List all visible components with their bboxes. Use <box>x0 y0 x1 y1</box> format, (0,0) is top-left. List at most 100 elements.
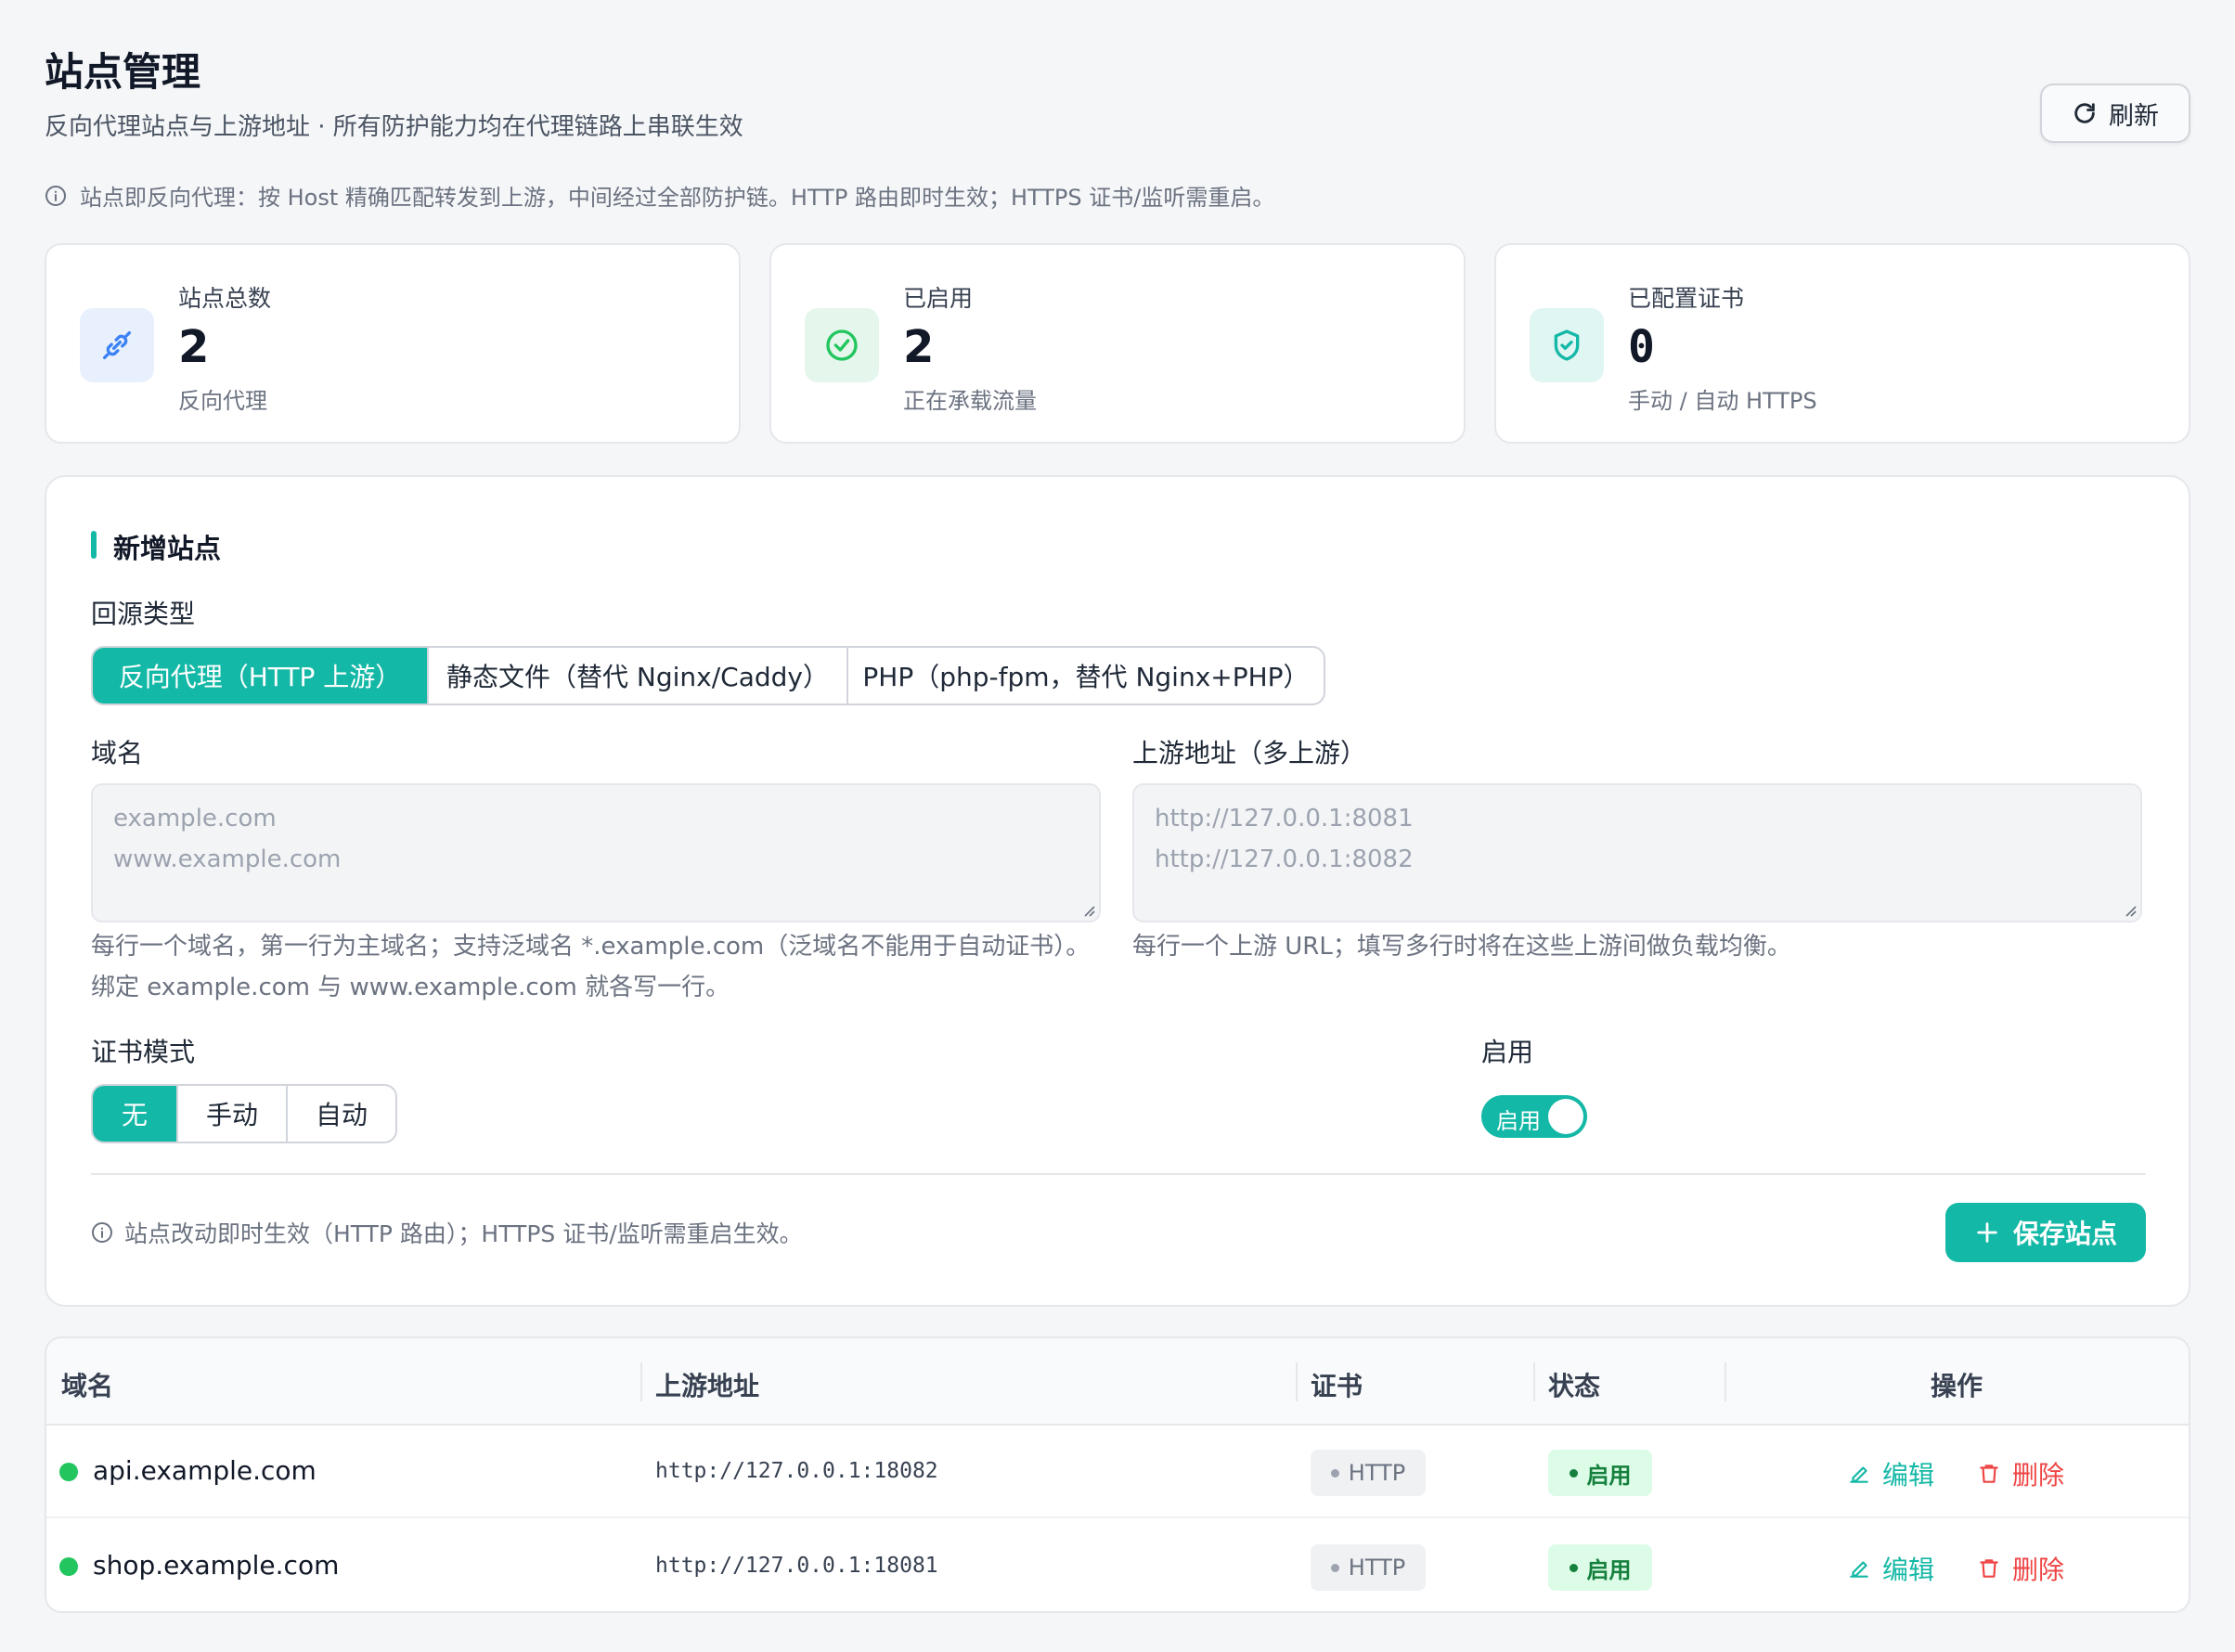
cert-badge: HTTP <box>1311 1544 1426 1591</box>
link-icon <box>103 331 131 359</box>
resize-grip-icon[interactable] <box>2124 904 2137 917</box>
badge-dot <box>1569 1468 1578 1478</box>
row-domain: api.example.com <box>93 1455 317 1486</box>
edit-button[interactable]: 编辑 <box>1847 1455 1934 1492</box>
stat-card-total-sites: 站点总数 2 反向代理 <box>45 243 741 444</box>
form-note-text: 站点改动即时生效（HTTP 路由）；HTTPS 证书/监听需重启生效。 <box>124 1220 803 1247</box>
stat-sub: 反向代理 <box>178 388 267 414</box>
refresh-icon <box>2074 103 2095 123</box>
upstream-label: 上游地址（多上游） <box>1132 738 1367 768</box>
origin-type-label: 回源类型 <box>91 599 196 629</box>
cert-mode-label: 证书模式 <box>91 1037 196 1067</box>
column-divider <box>1296 1362 1298 1401</box>
row-domain: shop.example.com <box>93 1550 340 1581</box>
origin-type-reverse-proxy[interactable]: 反向代理（HTTP 上游） <box>93 648 429 703</box>
stat-value: 2 <box>903 321 935 373</box>
page-subtitle: 反向代理站点与上游地址 · 所有防护能力均在代理链路上串联生效 <box>45 113 743 141</box>
edit-button[interactable]: 编辑 <box>1847 1550 1934 1587</box>
origin-type-php[interactable]: PHP（php-fpm，替代 Nginx+PHP） <box>848 648 1324 703</box>
domain-help: 每行一个域名，第一行为主域名；支持泛域名 *.example.com（泛域名不能… <box>91 933 1091 1001</box>
status-badge: 启用 <box>1548 1544 1652 1591</box>
cert-mode-auto[interactable]: 自动 <box>288 1086 395 1142</box>
cert-mode-none[interactable]: 无 <box>93 1086 178 1142</box>
stat-sub: 正在承载流量 <box>903 388 1037 414</box>
column-header-status: 状态 <box>1548 1371 1601 1401</box>
check-circle-icon <box>826 329 858 361</box>
column-header-cert: 证书 <box>1311 1371 1363 1401</box>
table-row: api.example.com http://127.0.0.1:18082 H… <box>46 1426 2189 1518</box>
stat-label: 站点总数 <box>178 285 272 312</box>
cert-mode-segmented: 无 手动 自动 <box>91 1084 397 1143</box>
save-site-button[interactable]: 保存站点 <box>1945 1203 2146 1262</box>
refresh-label: 刷新 <box>2109 101 2159 131</box>
cert-badge-label: HTTP <box>1348 1460 1406 1486</box>
divider <box>91 1173 2146 1175</box>
info-text: 站点即反向代理：按 Host 精确匹配转发到上游，中间经过全部防护链。HTTP … <box>80 185 1275 211</box>
trash-icon <box>1980 1559 1998 1578</box>
stat-card-certificates: 已配置证书 0 手动 / 自动 HTTPS <box>1494 243 2190 444</box>
shield-check-icon <box>1554 329 1580 361</box>
status-badge-label: 启用 <box>1586 1556 1632 1583</box>
cert-badge: HTTP <box>1311 1450 1426 1496</box>
upstream-help: 每行一个上游 URL；填写多行时将在这些上游间做负载均衡。 <box>1132 933 1791 961</box>
upstream-placeholder-line: http://127.0.0.1:8081 <box>1155 805 1414 832</box>
column-header-actions: 操作 <box>1931 1371 1983 1401</box>
stat-card-enabled: 已启用 2 正在承载流量 <box>769 243 1466 444</box>
badge-dot <box>1330 1468 1339 1478</box>
status-badge: 启用 <box>1548 1450 1652 1496</box>
stat-value: 0 <box>1628 321 1655 373</box>
stat-icon-box <box>80 308 154 382</box>
stat-icon-box <box>1530 308 1604 382</box>
online-status-dot <box>59 1463 78 1481</box>
edit-label: 编辑 <box>1882 1460 1935 1491</box>
stat-value: 2 <box>178 321 210 373</box>
domain-placeholder-line: www.example.com <box>113 845 342 873</box>
upstream-textarea[interactable]: http://127.0.0.1:8081 http://127.0.0.1:8… <box>1132 783 2142 923</box>
delete-button[interactable]: 删除 <box>1977 1550 2064 1587</box>
toggle-knob <box>1548 1099 1583 1134</box>
enable-label: 启用 <box>1481 1037 1534 1067</box>
row-upstream: http://127.0.0.1:18082 <box>655 1459 938 1483</box>
stat-label: 已启用 <box>903 285 974 312</box>
column-divider <box>640 1362 642 1401</box>
table-row: shop.example.com http://127.0.0.1:18081 … <box>46 1520 2189 1611</box>
table-header: 域名 上游地址 证书 状态 操作 <box>46 1338 2189 1426</box>
plus-icon <box>1977 1222 1997 1243</box>
domain-placeholder-line: example.com <box>113 805 277 832</box>
stat-sub: 手动 / 自动 HTTPS <box>1628 388 1817 414</box>
edit-label: 编辑 <box>1882 1555 1935 1585</box>
form-note: 站点改动即时生效（HTTP 路由）；HTTPS 证书/监听需重启生效。 <box>91 1216 803 1249</box>
stat-icon-box <box>805 308 879 382</box>
save-label: 保存站点 <box>2012 1219 2117 1249</box>
badge-dot <box>1330 1563 1339 1572</box>
origin-type-segmented: 反向代理（HTTP 上游） 静态文件（替代 Nginx/Caddy） PHP（p… <box>91 646 1325 705</box>
enable-toggle[interactable]: 启用 <box>1481 1095 1587 1138</box>
edit-icon <box>1850 1561 1868 1578</box>
sites-table: 域名 上游地址 证书 状态 操作 api.example.com http://… <box>45 1336 2190 1613</box>
cert-mode-manual[interactable]: 手动 <box>178 1086 288 1142</box>
stat-label: 已配置证书 <box>1628 285 1745 312</box>
info-icon <box>92 1222 112 1243</box>
column-divider <box>1533 1362 1535 1401</box>
column-header-upstream: 上游地址 <box>655 1371 760 1401</box>
delete-label: 删除 <box>2012 1555 2065 1585</box>
resize-grip-icon[interactable] <box>1082 904 1095 917</box>
edit-icon <box>1850 1466 1868 1483</box>
online-status-dot <box>59 1557 78 1576</box>
page-title: 站点管理 <box>45 49 201 95</box>
trash-icon <box>1980 1465 1998 1483</box>
origin-type-static[interactable]: 静态文件（替代 Nginx/Caddy） <box>429 648 848 703</box>
toggle-text: 启用 <box>1496 1108 1541 1134</box>
section-title: 新增站点 <box>113 533 222 564</box>
delete-label: 删除 <box>2012 1460 2065 1491</box>
domain-label: 域名 <box>91 738 144 768</box>
cert-badge-label: HTTP <box>1348 1555 1406 1581</box>
refresh-button[interactable]: 刷新 <box>2040 84 2190 143</box>
delete-button[interactable]: 删除 <box>1977 1455 2064 1492</box>
section-accent-bar <box>91 531 97 559</box>
domain-textarea[interactable]: example.com www.example.com <box>91 783 1101 923</box>
column-header-domain: 域名 <box>61 1371 114 1401</box>
upstream-placeholder-line: http://127.0.0.1:8082 <box>1155 845 1414 873</box>
status-badge-label: 启用 <box>1586 1462 1632 1489</box>
row-upstream: http://127.0.0.1:18081 <box>655 1554 938 1578</box>
